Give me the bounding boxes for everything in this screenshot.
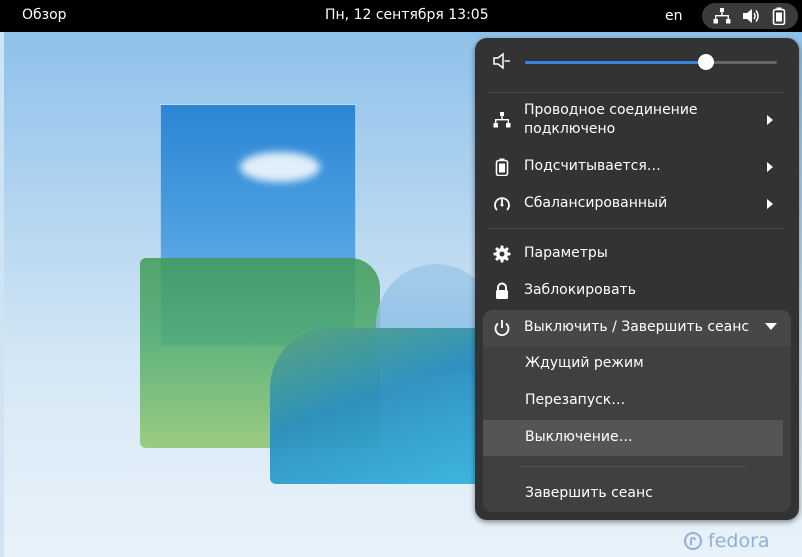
- logout-label: Завершить сеанс: [525, 485, 653, 501]
- chevron-down-icon: [765, 323, 777, 330]
- restart-label: Перезапуск…: [525, 392, 626, 408]
- menu-item-logout[interactable]: Завершить сеанс: [483, 476, 791, 512]
- volume-slider[interactable]: [525, 54, 777, 70]
- lock-label: Заблокировать: [524, 282, 636, 298]
- fedora-logo-text: fedora: [708, 530, 770, 552]
- clock-button[interactable]: Пн, 12 сентября 13:05: [325, 7, 489, 23]
- fedora-icon: [684, 532, 702, 550]
- power-icon: [494, 320, 510, 337]
- volume-icon: [743, 9, 759, 23]
- settings-label: Параметры: [524, 245, 608, 261]
- suspend-label: Ждущий режим: [525, 355, 644, 371]
- wallpaper-water-shape: [270, 328, 490, 484]
- fedora-logo: fedora: [684, 530, 770, 552]
- network-wired-icon: [493, 112, 511, 128]
- power-profile-label: Сбалансированный: [524, 195, 668, 211]
- power-off-label: Выключение…: [525, 429, 633, 445]
- menu-item-power-profile[interactable]: Сбалансированный: [475, 189, 799, 219]
- keyboard-layout-indicator[interactable]: en: [665, 8, 683, 24]
- menu-item-lock[interactable]: Заблокировать: [475, 276, 799, 306]
- submenu-arrow-icon: [767, 199, 773, 209]
- system-menu: Проводное соединение подключено Подсчиты…: [475, 38, 799, 520]
- volume-slider-handle[interactable]: [698, 54, 715, 70]
- menu-item-wired-connection[interactable]: Проводное соединение подключено: [475, 98, 799, 142]
- lock-icon: [496, 282, 508, 299]
- submenu-arrow-icon: [767, 162, 773, 172]
- volume-slider-fill: [525, 61, 707, 64]
- power-submenu: Выключить / Завершить сеанс Ждущий режим…: [483, 310, 791, 512]
- top-bar: Обзор Пн, 12 сентября 13:05 en: [0, 0, 802, 32]
- wallpaper-cloud: [240, 152, 320, 182]
- wired-connection-label-line1: Проводное соединение: [524, 102, 698, 118]
- volume-muted-icon[interactable]: [493, 52, 511, 70]
- battery-icon: [772, 7, 786, 25]
- power-profile-icon: [494, 197, 510, 211]
- network-wired-icon: [713, 8, 731, 24]
- submenu-arrow-icon: [767, 115, 773, 125]
- power-off-logout-label: Выключить / Завершить сеанс: [524, 319, 750, 335]
- system-menu-button[interactable]: [702, 3, 798, 29]
- separator: [520, 466, 746, 467]
- wired-connection-label-line2: подключено: [524, 121, 616, 137]
- menu-item-battery[interactable]: Подсчитывается…: [475, 152, 799, 182]
- menu-item-suspend[interactable]: Ждущий режим: [483, 346, 791, 382]
- power-off-logout-button[interactable]: Выключить / Завершить сеанс: [483, 310, 791, 346]
- gear-icon: [493, 245, 511, 263]
- separator: [489, 92, 785, 93]
- activities-button[interactable]: Обзор: [22, 7, 67, 23]
- menu-item-settings[interactable]: Параметры: [475, 239, 799, 269]
- menu-item-power-off[interactable]: Выключение…: [483, 420, 783, 456]
- separator: [489, 228, 785, 229]
- battery-icon: [495, 158, 509, 176]
- menu-item-restart[interactable]: Перезапуск…: [483, 383, 791, 419]
- battery-label: Подсчитывается…: [524, 158, 661, 174]
